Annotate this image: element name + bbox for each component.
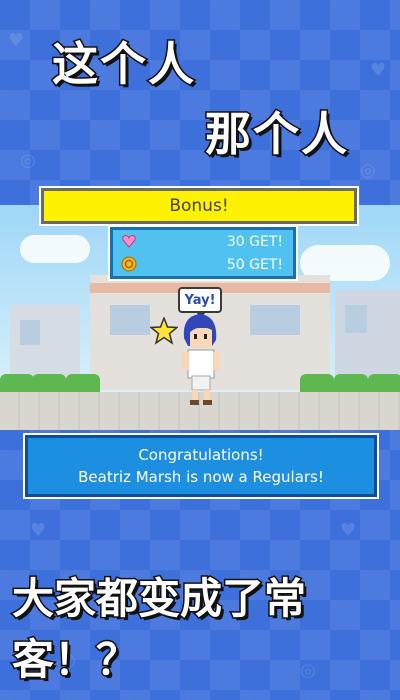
promo-title-line3: 大家都变成了常客！？	[11, 573, 308, 686]
bush	[0, 374, 34, 392]
cloud	[20, 235, 90, 263]
bush	[334, 374, 368, 392]
bush	[32, 374, 66, 392]
reward-row: 30 GET!	[113, 230, 293, 253]
bush	[300, 374, 334, 392]
heart-deco-icon: ♥	[340, 520, 357, 541]
congratulations-message: Congratulations! Beatriz Marsh is now a …	[23, 433, 379, 499]
coin-deco-icon: ◎	[360, 160, 376, 181]
bush	[66, 374, 100, 392]
bonus-banner-title: Bonus!	[169, 196, 229, 216]
heart-gem-icon	[122, 234, 136, 248]
customer-character	[182, 314, 220, 405]
window	[250, 305, 300, 335]
window	[345, 305, 367, 333]
rewards-panel: 30 GET! 50 GET!	[108, 225, 298, 281]
reward-amount: 50 GET!	[226, 256, 283, 273]
promo-title-line2: 那个人	[204, 106, 349, 163]
bush	[368, 374, 400, 392]
reward-amount: 30 GET!	[226, 233, 283, 250]
promo-title-line1: 这个人	[51, 36, 196, 93]
heart-deco-icon: ♥	[8, 30, 25, 51]
message-line2: Beatriz Marsh is now a Regulars!	[78, 468, 324, 486]
heart-deco-icon: ♥	[370, 60, 387, 81]
heart-deco-icon: ♥	[30, 520, 47, 541]
message-line1: Congratulations!	[138, 446, 264, 464]
star-icon	[150, 317, 178, 345]
window	[110, 305, 150, 335]
bonus-banner: Bonus!	[39, 186, 359, 226]
coin-deco-icon: ◎	[20, 150, 36, 171]
coin-icon	[121, 256, 137, 272]
speech-text: Yay!	[184, 292, 216, 308]
reward-row: 50 GET!	[113, 253, 293, 276]
window	[20, 320, 40, 345]
